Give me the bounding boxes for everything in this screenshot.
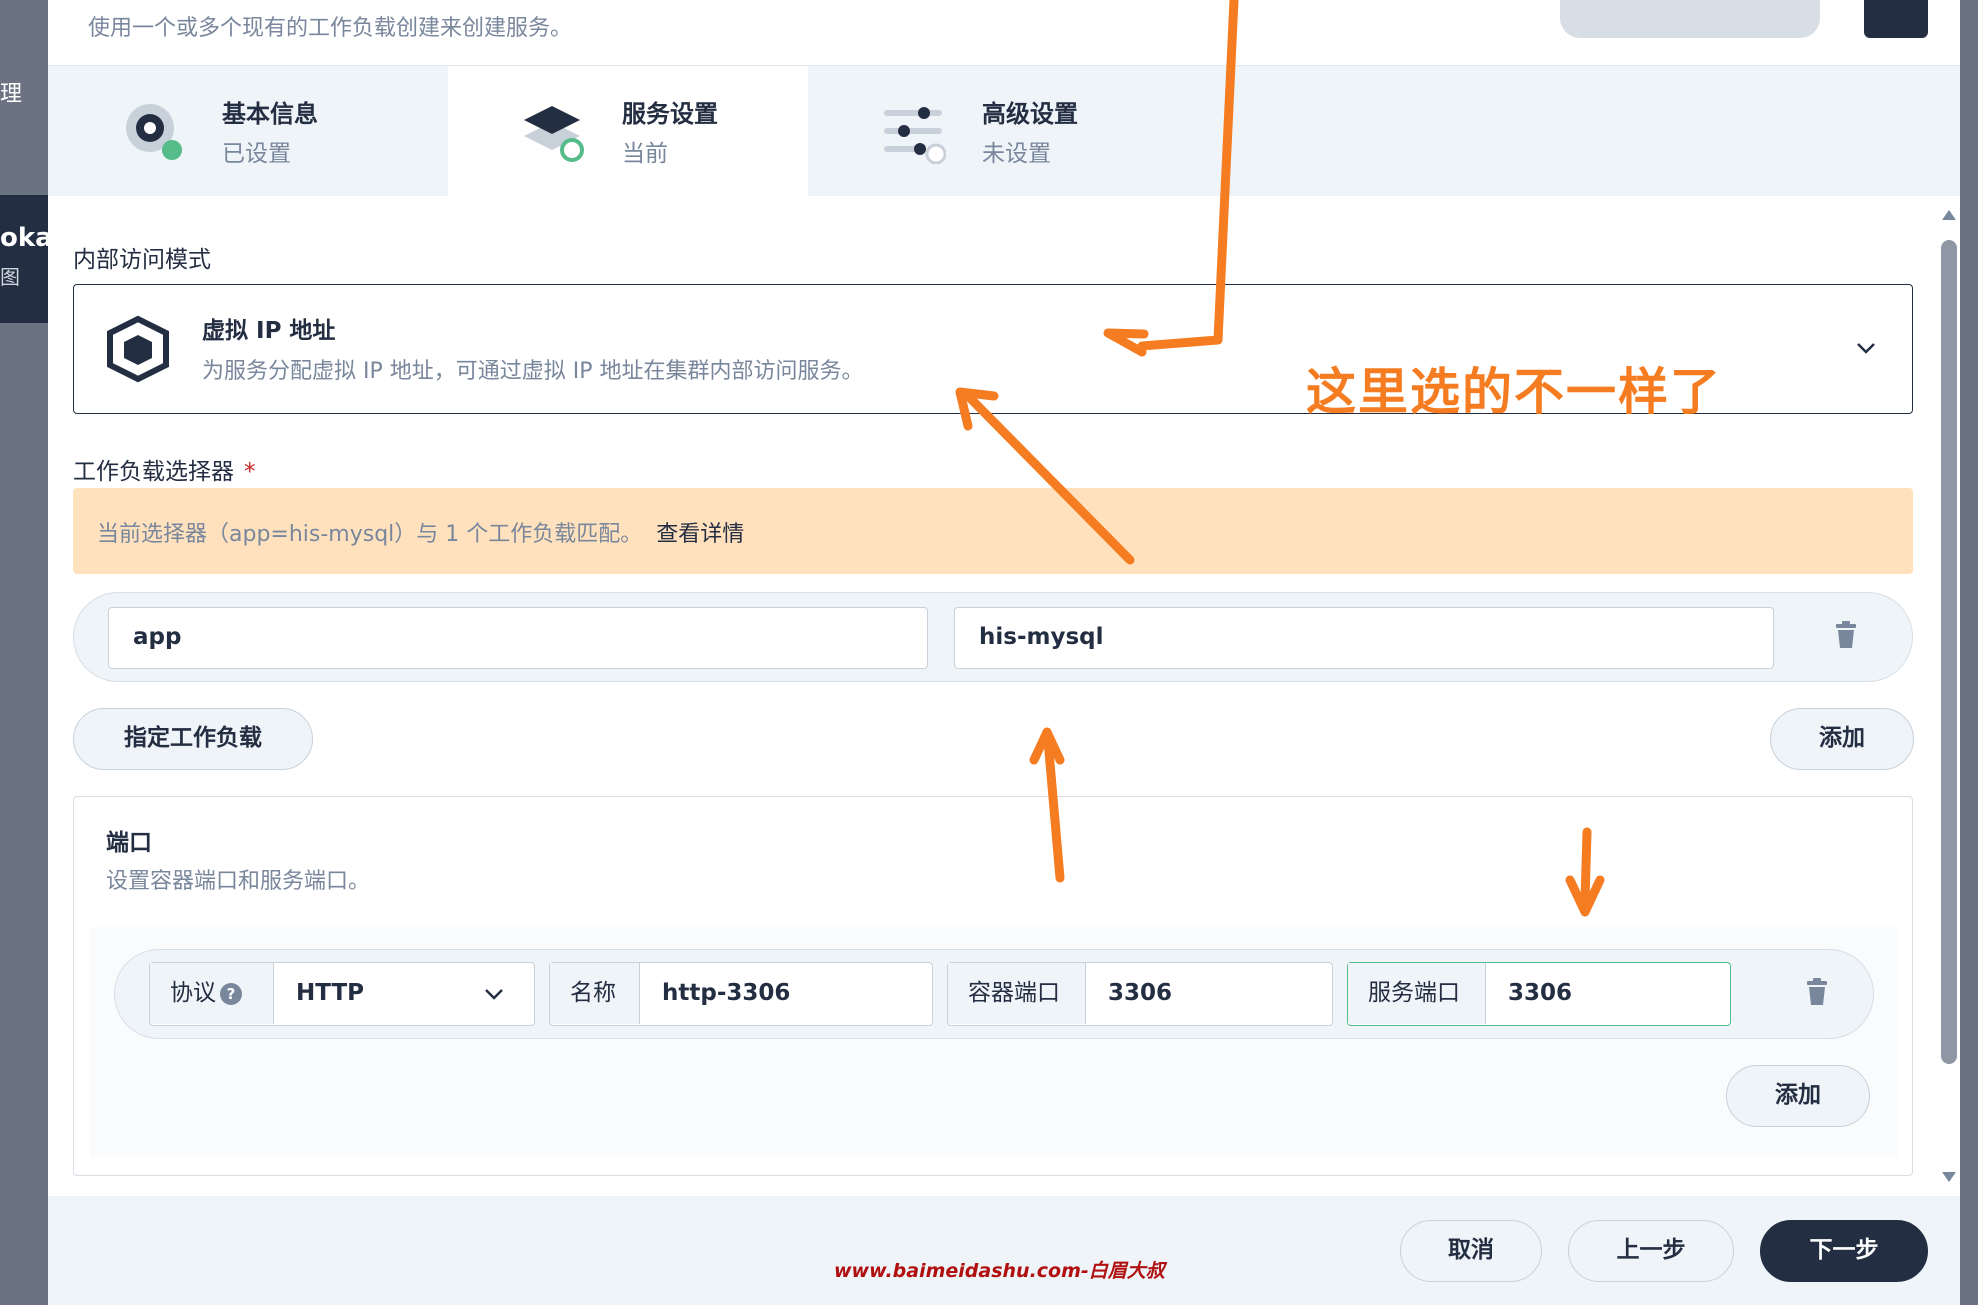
step-title: 高级设置 xyxy=(982,100,1078,128)
protocol-label: 协议? xyxy=(150,963,274,1024)
scroll-thumb[interactable] xyxy=(1941,240,1957,1064)
step-basic-info[interactable]: 基本信息 已设置 xyxy=(48,66,408,196)
ports-description: 设置容器端口和服务端口。 xyxy=(106,869,371,894)
access-mode-description: 为服务分配虚拟 IP 地址，可通过虚拟 IP 地址在集群内部访问服务。 xyxy=(202,359,864,384)
notice-text: 当前选择器（app=his-mysql）与 1 个工作负载匹配。 xyxy=(97,522,643,547)
scroll-down-icon[interactable] xyxy=(1942,1172,1956,1182)
service-port-value: 3306 xyxy=(1508,980,1573,1006)
protocol-select[interactable]: 协议? HTTP xyxy=(149,962,535,1026)
step-status: 未设置 xyxy=(982,141,1051,167)
service-port-field[interactable]: 服务端口 3306 xyxy=(1347,962,1731,1026)
access-mode-label: 内部访问模式 xyxy=(73,247,211,273)
selector-value-input[interactable]: his-mysql xyxy=(954,607,1774,669)
background-text: 图 xyxy=(0,265,20,289)
trash-icon[interactable] xyxy=(1834,621,1858,649)
background-active-item: oka 图 xyxy=(0,195,53,323)
selector-match-notice: 当前选择器（app=his-mysql）与 1 个工作负载匹配。 查看详情 xyxy=(73,488,1913,574)
port-row: 协议? HTTP 名称 http-3306 容器端口 3306 服务端口 330… xyxy=(114,949,1874,1039)
step-status: 当前 xyxy=(622,141,668,167)
sliders-icon xyxy=(884,107,946,164)
wizard-steps: 基本信息 已设置 服务设置 当前 高级设置 未设置 xyxy=(48,66,1938,196)
scroll-up-icon[interactable] xyxy=(1942,210,1956,220)
chevron-down-icon xyxy=(485,989,503,1000)
ports-list: 协议? HTTP 名称 http-3306 容器端口 3306 服务端口 330… xyxy=(90,927,1898,1157)
watermark: www.baimeidashu.com-白眉大叔 xyxy=(834,1260,1165,1282)
step-service-settings[interactable]: 服务设置 当前 xyxy=(448,66,808,196)
background-sidebar: 理 oka 图 xyxy=(0,0,53,1305)
background-right xyxy=(1960,0,1978,1305)
prev-step-button[interactable]: 上一步 xyxy=(1568,1220,1734,1282)
access-mode-title: 虚拟 IP 地址 xyxy=(202,318,336,344)
step-advanced-settings[interactable]: 高级设置 未设置 xyxy=(808,66,1168,196)
header-pill-button[interactable] xyxy=(1560,0,1820,38)
step-title: 基本信息 xyxy=(222,100,318,128)
help-icon[interactable]: ? xyxy=(220,982,242,1005)
trash-icon[interactable] xyxy=(1805,978,1829,1006)
next-step-button[interactable]: 下一步 xyxy=(1760,1220,1928,1282)
step-status: 已设置 xyxy=(222,141,291,167)
add-selector-button[interactable]: 添加 xyxy=(1770,708,1914,770)
step-title: 服务设置 xyxy=(622,100,718,128)
annotation-text: 这里选的不一样了 xyxy=(1306,363,1722,421)
port-name-label: 名称 xyxy=(550,963,640,1024)
layers-icon xyxy=(524,106,584,162)
disk-icon xyxy=(126,104,182,160)
chevron-down-icon xyxy=(1857,343,1875,354)
modal-footer: www.baimeidashu.com-白眉大叔 取消 上一步 下一步 xyxy=(48,1196,1960,1305)
workload-selector-label: 工作负载选择器 * xyxy=(73,459,256,485)
background-text: 理 xyxy=(0,82,23,107)
container-port-value: 3306 xyxy=(1108,980,1173,1006)
ports-card: 端口 设置容器端口和服务端口。 协议? HTTP 名称 http-3306 容器… xyxy=(73,796,1913,1176)
selector-row: app his-mysql xyxy=(73,592,1913,682)
port-name-field[interactable]: 名称 http-3306 xyxy=(549,962,933,1026)
selector-key-input[interactable]: app xyxy=(108,607,928,669)
view-details-link[interactable]: 查看详情 xyxy=(656,522,744,547)
cancel-button[interactable]: 取消 xyxy=(1400,1220,1542,1282)
add-port-button[interactable]: 添加 xyxy=(1726,1065,1870,1127)
modal-description: 使用一个或多个现有的工作负载创建来创建服务。 xyxy=(88,16,573,41)
cube-icon xyxy=(107,315,169,383)
service-port-label: 服务端口 xyxy=(1348,963,1486,1024)
required-mark: * xyxy=(244,459,256,485)
form-content: 内部访问模式 虚拟 IP 地址 为服务分配虚拟 IP 地址，可通过虚拟 IP 地… xyxy=(48,196,1938,1196)
protocol-value: HTTP xyxy=(296,980,365,1006)
background-text: oka xyxy=(0,223,53,253)
ports-title: 端口 xyxy=(106,830,152,856)
modal-header: 使用一个或多个现有的工作负载创建来创建服务。 xyxy=(48,0,1960,66)
scrollbar[interactable] xyxy=(1938,196,1960,1196)
container-port-field[interactable]: 容器端口 3306 xyxy=(947,962,1333,1026)
specify-workload-button[interactable]: 指定工作负载 xyxy=(73,708,313,770)
header-dark-button[interactable] xyxy=(1864,0,1928,38)
create-service-modal: 使用一个或多个现有的工作负载创建来创建服务。 基本信息 已设置 服务设置 当前 xyxy=(48,0,1960,1305)
port-name-value: http-3306 xyxy=(662,980,791,1006)
container-port-label: 容器端口 xyxy=(948,963,1086,1024)
